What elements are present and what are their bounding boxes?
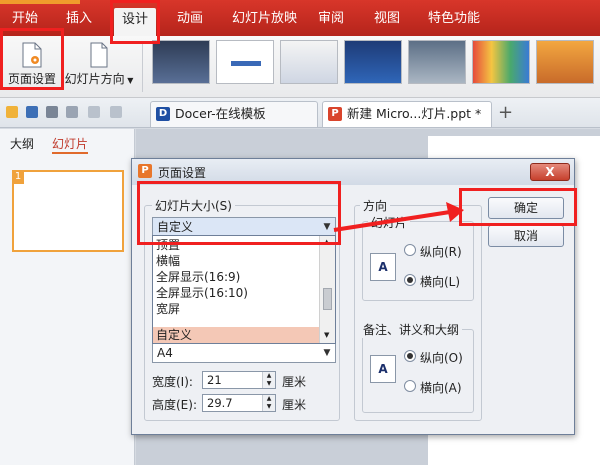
quick-access-bar: D Docer-在线模板 P 新建 Micro...灯片.ppt * + — [0, 98, 600, 128]
tab-outline[interactable]: 大纲 — [10, 135, 34, 152]
doctab-label: 新建 Micro...灯片.ppt * — [347, 106, 482, 121]
landscape-radio[interactable] — [404, 274, 416, 286]
tab-insert[interactable]: 插入 — [66, 8, 92, 30]
height-value: 29.7 — [207, 396, 233, 410]
dropdown-option[interactable]: 横幅 — [156, 253, 180, 269]
chevron-down-icon: ▼ — [323, 348, 331, 358]
landscape-label: 横向(L) — [420, 275, 461, 289]
spin-arrows-icon[interactable]: ▲ ▼ — [262, 395, 275, 411]
notes-portrait-radio[interactable] — [404, 350, 416, 362]
chevron-down-icon: ▼ — [124, 76, 134, 85]
notes-portrait-label: 纵向(O) — [420, 351, 463, 365]
tab-slideshow[interactable]: 幻灯片放映 — [232, 8, 297, 30]
ppt-icon: P — [328, 107, 342, 121]
menu-bar: 开始 插入 设计 动画 幻灯片放映 审阅 视图 特色功能 — [0, 0, 600, 36]
notes-landscape-label: 横向(A) — [420, 381, 462, 395]
notes-orientation-label: 备注、讲义和大纲 — [360, 321, 463, 338]
template-thumb[interactable] — [472, 40, 530, 84]
highlight-page-setup — [0, 28, 64, 90]
paper-select[interactable]: A4 ▼ — [152, 343, 336, 363]
template-thumb[interactable] — [408, 40, 466, 84]
template-thumb[interactable] — [280, 40, 338, 84]
orientation-icon — [88, 42, 110, 68]
portrait-page-icon: A — [370, 253, 396, 281]
height-label: 高度(E): — [152, 398, 197, 412]
scrollbar-thumb[interactable] — [323, 288, 332, 310]
height-input[interactable]: 29.7 ▲ ▼ — [202, 394, 276, 412]
highlight-slide-size — [137, 181, 341, 245]
close-button[interactable]: X — [530, 163, 570, 181]
dropdown-option[interactable]: 全屏显示(16:10) — [156, 285, 248, 301]
docer-icon: D — [156, 107, 170, 121]
width-input[interactable]: 21 ▲ ▼ — [202, 371, 276, 389]
design-thumbnails — [150, 40, 600, 86]
open-folder-icon[interactable] — [6, 106, 18, 118]
print-icon[interactable] — [46, 106, 58, 118]
save-icon[interactable] — [26, 106, 38, 118]
tab-slides[interactable]: 幻灯片 — [52, 135, 89, 154]
paper-value: A4 — [157, 346, 173, 360]
template-thumb[interactable] — [216, 40, 274, 84]
slide-thumbnail[interactable] — [12, 170, 124, 252]
slide-number: 1 — [12, 170, 24, 184]
scroll-down-icon[interactable]: ▼ — [324, 331, 329, 339]
annotation-arrow-icon — [333, 202, 464, 232]
tab-current-document[interactable]: P 新建 Micro...灯片.ppt * — [322, 101, 492, 127]
dropdown-option[interactable]: 宽屏 — [156, 301, 180, 317]
width-label: 宽度(I): — [152, 375, 193, 389]
slide-orientation-label: 幻灯片方向 — [64, 72, 125, 86]
template-thumb[interactable] — [344, 40, 402, 84]
width-unit: 厘米 — [282, 375, 307, 389]
ribbon-divider — [142, 42, 143, 92]
height-unit: 厘米 — [282, 398, 307, 412]
tab-docer-templates[interactable]: D Docer-在线模板 — [150, 101, 318, 127]
new-tab-button[interactable]: + — [498, 102, 513, 123]
dropdown-option[interactable]: 全屏显示(16:9) — [156, 269, 240, 285]
notes-landscape-radio[interactable] — [404, 380, 416, 392]
highlight-ok-button — [459, 188, 577, 226]
dropdown-option-selected[interactable]: 自定义 — [156, 327, 192, 343]
dialog-title: 页面设置 — [158, 166, 207, 180]
undo-icon[interactable] — [88, 106, 100, 118]
slide-size-dropdown-list: 顶置 横幅 全屏显示(16:9) 全屏显示(16:10) 宽屏 自定义 ▲ ▼ — [152, 235, 336, 344]
tab-features[interactable]: 特色功能 — [428, 8, 480, 30]
redo-icon[interactable] — [110, 106, 122, 118]
template-thumb[interactable] — [152, 40, 210, 84]
cancel-button[interactable]: 取消 — [488, 225, 564, 247]
width-value: 21 — [207, 373, 222, 387]
tab-review[interactable]: 审阅 — [318, 8, 344, 30]
wps-presentation-icon: P — [138, 164, 152, 178]
portrait-label: 纵向(R) — [420, 245, 462, 259]
tab-view[interactable]: 视图 — [374, 8, 400, 30]
spin-arrows-icon[interactable]: ▲ ▼ — [262, 372, 275, 388]
tab-home[interactable]: 开始 — [12, 8, 38, 30]
template-thumb[interactable] — [536, 40, 594, 84]
notes-page-icon: A — [370, 355, 396, 383]
preview-icon[interactable] — [66, 106, 78, 118]
portrait-radio[interactable] — [404, 244, 416, 256]
title-accent — [0, 0, 80, 4]
highlight-design-tab — [110, 0, 160, 44]
doctab-label: Docer-在线模板 — [175, 106, 266, 121]
dropdown-scrollbar[interactable]: ▲ ▼ — [319, 236, 335, 343]
tab-animation[interactable]: 动画 — [177, 8, 203, 30]
slide-orientation-button[interactable]: 幻灯片方向 ▼ — [64, 40, 134, 92]
